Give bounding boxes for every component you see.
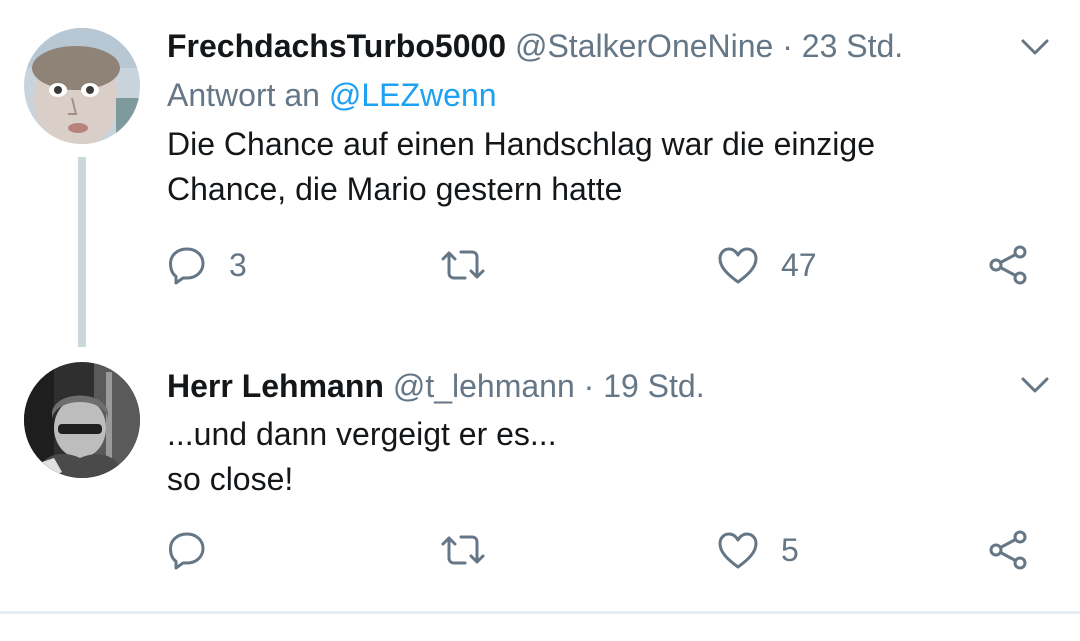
reply-icon	[167, 245, 207, 285]
author-name[interactable]: Herr Lehmann	[167, 368, 384, 404]
tweet-text: Die Chance auf einen Handschlag war die …	[167, 122, 1050, 212]
tweet-header: FrechdachsTurbo5000 @StalkerOneNine · 23…	[167, 22, 1050, 70]
reply-mention-link[interactable]: @LEZwenn	[329, 77, 497, 113]
tweet-content: Herr Lehmann @t_lehmann · 19 Std. ...und…	[167, 362, 1050, 502]
thread-line	[78, 157, 86, 347]
like-icon	[717, 245, 759, 285]
tweet[interactable]: Herr Lehmann @t_lehmann · 19 Std. ...und…	[0, 350, 1080, 611]
like-count: 47	[781, 246, 817, 283]
author-name[interactable]: FrechdachsTurbo5000	[167, 28, 506, 64]
avatar[interactable]	[24, 28, 140, 144]
separator: ·	[782, 28, 793, 64]
share-button[interactable]	[987, 525, 1029, 575]
reply-button[interactable]: 3	[167, 240, 247, 290]
tweet[interactable]: FrechdachsTurbo5000 @StalkerOneNine · 23…	[0, 0, 1080, 350]
author-handle[interactable]: @StalkerOneNine	[515, 28, 773, 64]
retweet-button[interactable]	[439, 240, 509, 290]
tweet-text-line: so close!	[167, 461, 294, 497]
tweet-actions: 5	[167, 525, 1047, 575]
author-handle[interactable]: @t_lehmann	[393, 368, 575, 404]
chevron-down-icon[interactable]	[1018, 368, 1052, 402]
retweet-icon	[439, 530, 487, 570]
reply-button[interactable]	[167, 525, 229, 575]
tweet-text-line: Chance, die Mario gestern hatte	[167, 171, 623, 207]
reply-count: 3	[229, 246, 247, 283]
chevron-down-icon[interactable]	[1018, 30, 1052, 64]
share-button[interactable]	[987, 240, 1029, 290]
reply-icon	[167, 530, 207, 570]
share-icon	[987, 529, 1029, 571]
tweet-content: FrechdachsTurbo5000 @StalkerOneNine · 23…	[167, 22, 1050, 212]
timestamp[interactable]: 23 Std.	[802, 28, 903, 64]
reply-context: Antwort an @LEZwenn	[167, 70, 1050, 120]
like-button[interactable]: 47	[717, 240, 817, 290]
share-icon	[987, 244, 1029, 286]
reply-prefix: Antwort an	[167, 77, 320, 113]
tweet-text: ...und dann vergeigt er es... so close!	[167, 412, 1050, 502]
separator: ·	[583, 368, 595, 404]
retweet-button[interactable]	[439, 525, 509, 575]
tweet-header: Herr Lehmann @t_lehmann · 19 Std.	[167, 362, 1050, 410]
avatar[interactable]	[24, 362, 140, 478]
retweet-icon	[439, 245, 487, 285]
tweet-text-line: ...und dann vergeigt er es...	[167, 416, 557, 452]
like-icon	[717, 530, 759, 570]
tweet-actions: 3 47	[167, 240, 1047, 290]
like-button[interactable]: 5	[717, 525, 799, 575]
like-count: 5	[781, 531, 799, 568]
divider	[0, 611, 1080, 614]
tweet-text-line: Die Chance auf einen Handschlag war die …	[167, 126, 875, 162]
timestamp[interactable]: 19 Std.	[603, 368, 704, 404]
